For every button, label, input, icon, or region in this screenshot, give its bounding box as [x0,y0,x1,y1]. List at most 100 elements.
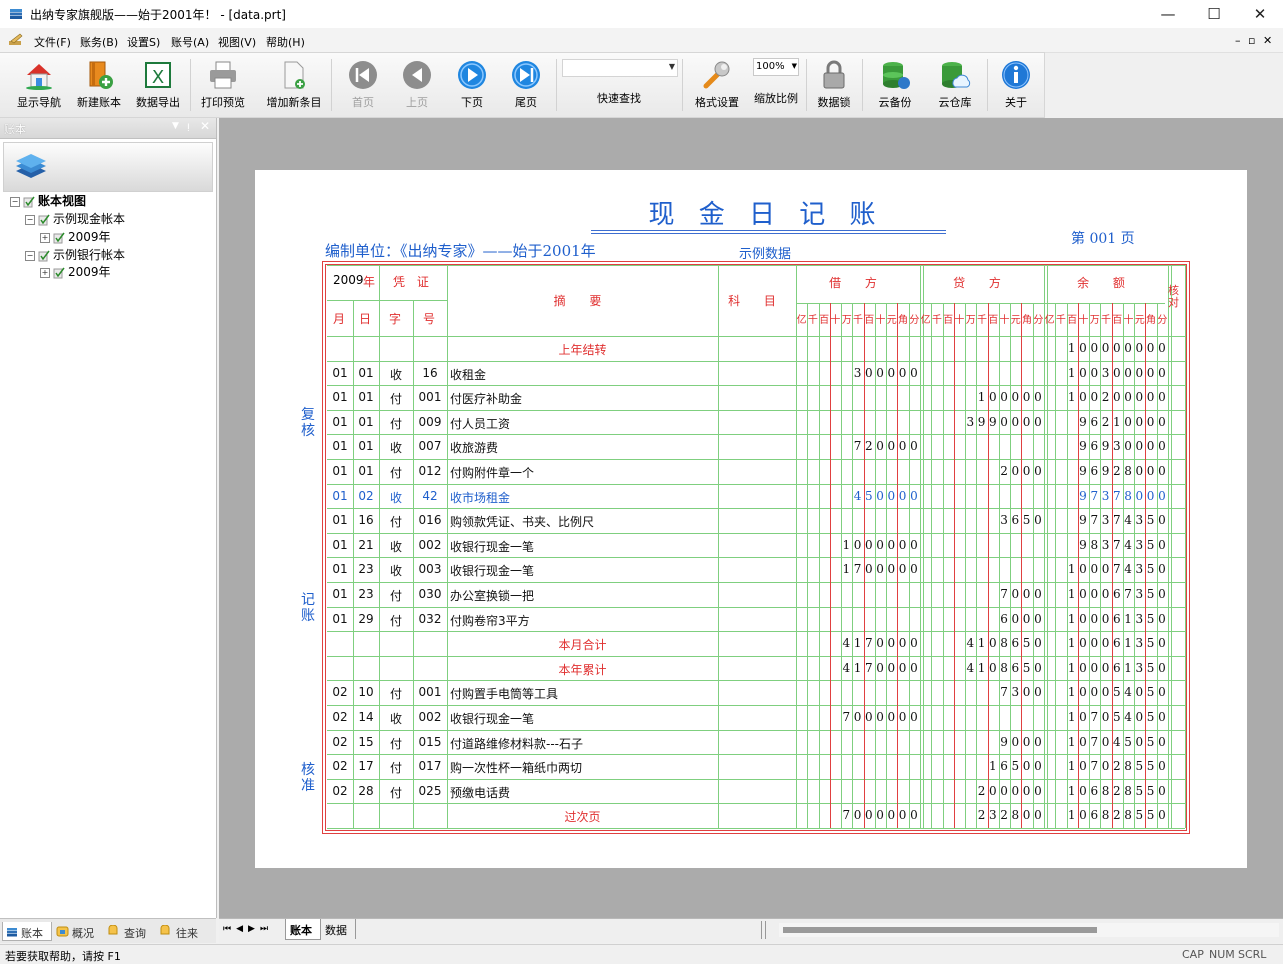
balance-digit: 9 [1101,464,1110,478]
show-navigation-button[interactable]: 显示导航 [10,53,68,117]
add-entry-button[interactable]: 增加新条目 [262,53,326,117]
credit-digit: 0 [1011,587,1020,601]
print-preview-button[interactable]: 打印预览 [194,53,252,117]
balance-digit: 5 [1146,783,1155,798]
balance-digit: 0 [1158,611,1166,626]
num-header: 号 [423,312,436,326]
tab-ledger[interactable]: 账本 [2,922,52,941]
cloud-storage-button[interactable]: 云仓库 [926,53,984,117]
digit-separator [965,303,967,828]
balance-digit: 9 [1079,537,1087,552]
prev-page-button[interactable]: 上页 [390,53,444,117]
horizontal-scrollbar[interactable] [779,923,1279,937]
balance-digit: 7 [1124,587,1132,601]
debit-digit: 0 [887,439,896,454]
tab-overview[interactable]: 概况 [54,922,104,940]
expand-icon[interactable]: + [40,232,50,243]
row-voucher-char: 收 [389,441,402,456]
menu-view[interactable]: 视图(V) [218,34,256,50]
about-button[interactable]: 关于 [990,53,1042,117]
balance-digit: 6 [1090,464,1099,478]
expand-icon[interactable]: + [40,267,50,278]
sheet-tab-data[interactable]: 数据 [321,919,356,939]
collapse-icon[interactable]: − [25,214,35,225]
balance-digit: 2 [1112,808,1121,823]
debit-digit: 0 [898,488,907,503]
credit-digit: 0 [988,660,997,675]
new-book-button[interactable]: 新建账本 [70,53,128,117]
credit-digit: 6 [1011,513,1020,528]
tree-node-root[interactable]: − 账本视图 [10,192,86,209]
digit-unit-label: 万 [965,315,976,326]
row-voucher-char: 付 [389,736,402,751]
menu-help[interactable]: 帮助(H) [266,34,305,50]
menu-accounting[interactable]: 账务(B) [80,34,118,50]
panel-close-icon[interactable]: ✕ [200,119,210,133]
close-button[interactable]: ✕ [1237,0,1283,28]
tree-node-cash-book[interactable]: − 示例现金帐本 [25,210,125,227]
credit-digit: 0 [1034,808,1042,823]
credit-digit: 0 [1011,414,1020,429]
balance-digit: 5 [1146,636,1155,651]
row-voucher-number: 017 [418,759,442,774]
panel-pin-icon[interactable]: ᴉ [187,121,190,132]
panel-dropdown-icon[interactable]: ▼ [172,121,179,131]
digit-unit-label: 百 [943,315,954,326]
row-voucher-number: 42 [422,488,438,503]
balance-digit: 8 [1124,464,1132,478]
digit-unit-label: 十 [875,315,886,326]
grid-line [1170,265,1172,828]
dropdown-arrow-icon[interactable]: ▼ [792,62,797,70]
panel-tabs: 账本 概况 查询 往来 [0,918,216,943]
digit-unit-label: 十 [1078,315,1089,326]
digit-unit-label: 十 [1123,315,1134,326]
splitter-handle[interactable] [761,921,766,939]
tree-node-cash-2009[interactable]: +2009年 [40,228,111,245]
row-day: 23 [358,562,374,577]
collapse-icon[interactable]: − [10,196,20,207]
tab-transactions[interactable]: 往来 [158,922,208,940]
debit-digit: 4 [842,660,851,675]
row-month: 01 [332,365,348,380]
cloud-backup-button[interactable]: 云备份 [866,53,924,117]
quick-search-input[interactable]: ▼ [562,59,678,77]
balance-digit: 6 [1112,636,1121,651]
balance-digit: 0 [1090,587,1099,601]
menu-file[interactable]: 文件(F) [34,34,71,50]
credit-digit: 3 [1011,685,1020,700]
menu-settings[interactable]: 设置S) [127,34,160,50]
scrollbar-thumb[interactable] [783,927,1097,933]
collapse-icon[interactable]: − [25,250,35,261]
zoom-combo[interactable]: 100% ▼ [753,58,799,76]
data-lock-button[interactable]: 数据锁 [808,53,860,117]
debit-digit: 0 [910,562,918,577]
debit-digit: 0 [876,537,884,552]
balance-digit: 0 [1090,390,1099,405]
last-page-button[interactable]: 尾页 [499,53,553,117]
sheet-nav-arrows-icon[interactable]: ⏮◀▶⏭ [223,924,273,934]
mdi-controls[interactable]: – ▫ ✕ [1235,34,1274,47]
tree-node-bank-2009[interactable]: +2009年 [40,263,111,280]
minimize-button[interactable]: — [1145,0,1191,28]
next-page-button[interactable]: 下页 [445,53,499,117]
maximize-button[interactable]: ☐ [1191,0,1237,28]
menu-account[interactable]: 账号(A) [171,34,209,50]
voucher-header: 凭 证 [393,275,433,289]
balance-digit: 0 [1079,611,1087,626]
row-month: 01 [332,562,348,577]
data-export-button[interactable]: X 数据导出 [129,53,187,117]
credit-digit: 0 [1022,808,1031,823]
digit-unit-label: 分 [1157,315,1168,326]
format-settings-button[interactable]: 格式设置 [688,53,746,117]
toolbar-label: 增加新条目 [266,96,322,109]
row-month: 02 [332,759,348,774]
sheet-tab-ledger[interactable]: 账本 [285,919,321,940]
tree-node-bank-book[interactable]: − 示例银行帐本 [25,246,125,263]
credit-digit: 9 [988,414,997,429]
row-voucher-char: 付 [389,687,402,702]
dropdown-arrow-icon[interactable]: ▼ [669,62,675,71]
first-page-button[interactable]: 首页 [336,53,390,117]
row-voucher-char: 付 [389,392,402,407]
tab-query[interactable]: 查询 [106,922,156,940]
pencil-book-icon [9,33,23,45]
